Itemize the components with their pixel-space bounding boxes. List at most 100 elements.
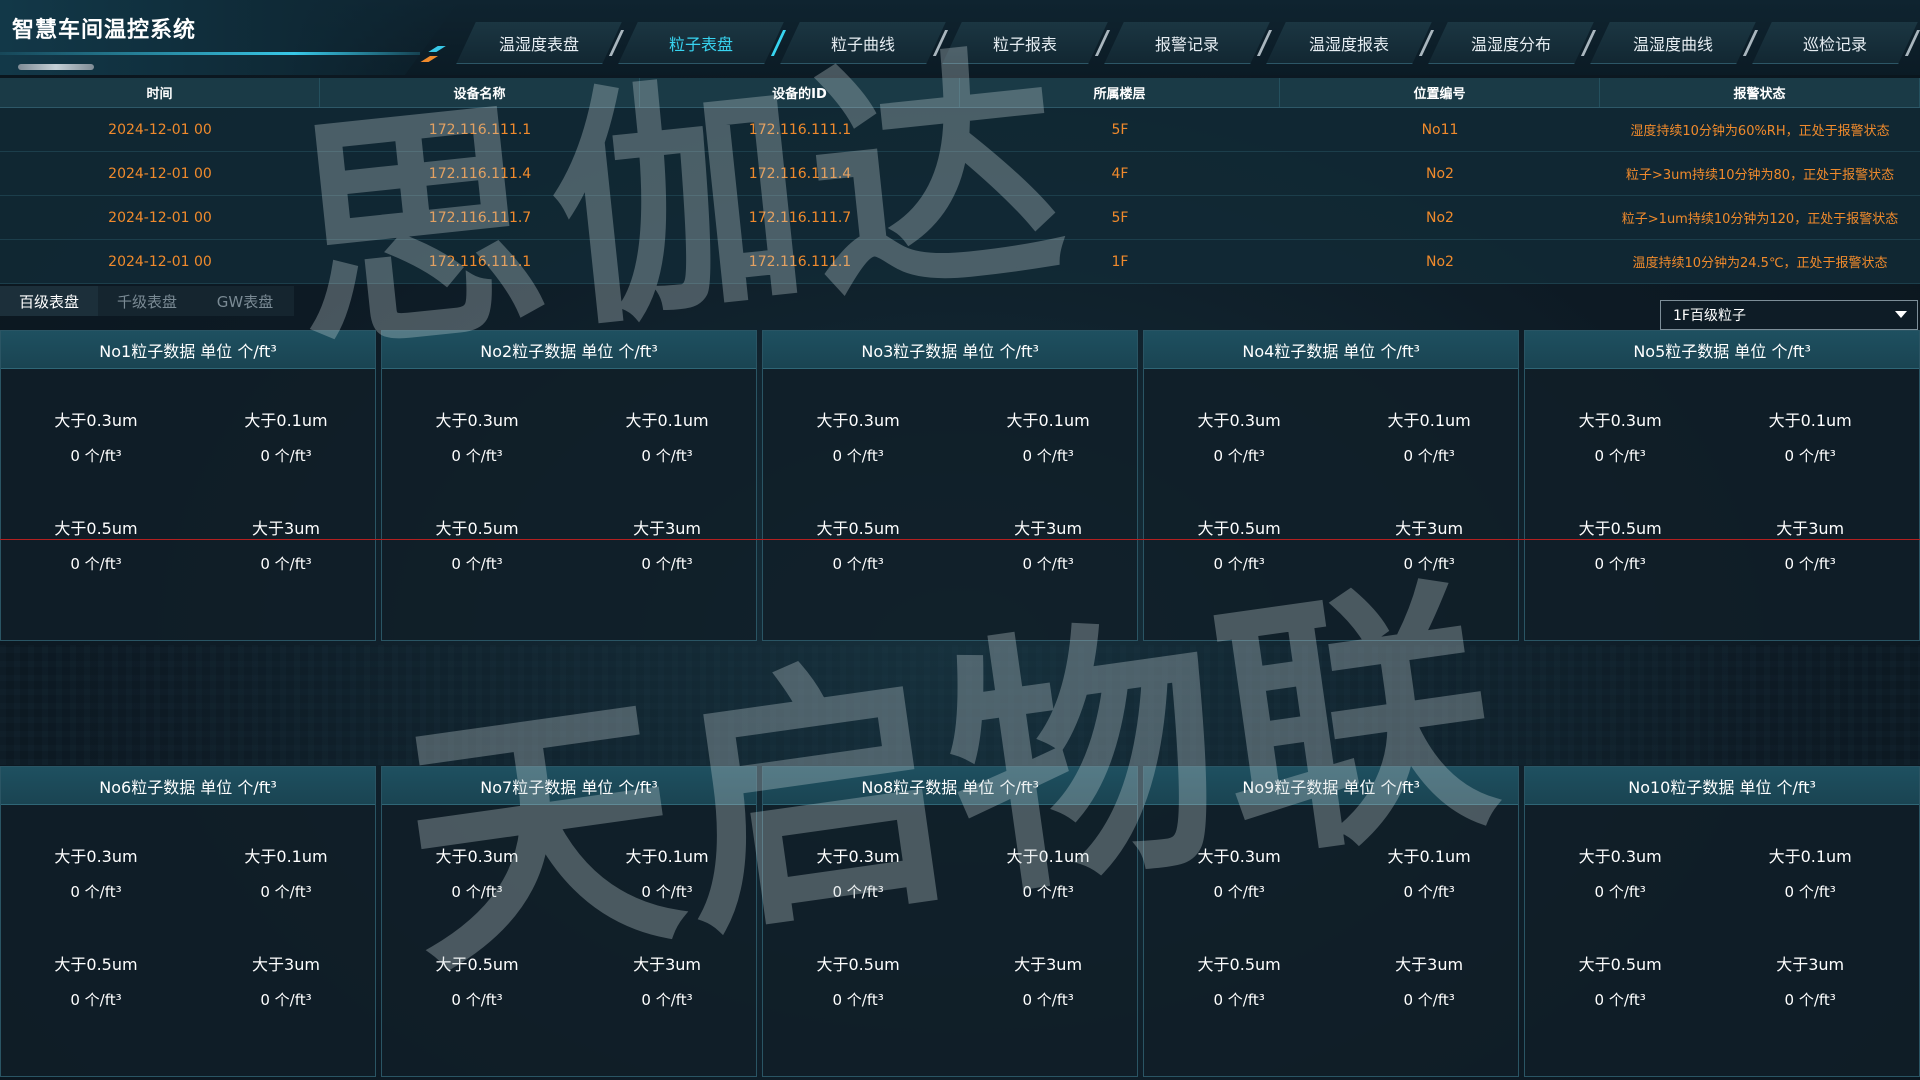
- column-header-position: 位置编号: [1280, 78, 1600, 107]
- card-title: No2粒子数据 单位 个/ft³: [382, 331, 757, 369]
- metric-gt-0.3um: 大于0.3um 0 个/ft³: [816, 411, 900, 465]
- metric-gt-0.5um: 大于0.5um 0 个/ft³: [1578, 955, 1662, 1009]
- metric-gt-0.1um: 大于0.1um 0 个/ft³: [1768, 847, 1852, 901]
- cell-alarm-status: 粒子>1um持续10分钟为120，正处于报警状态: [1621, 212, 1899, 227]
- cell-device-name: 172.116.111.1: [428, 253, 532, 270]
- card-title: No4粒子数据 单位 个/ft³: [1144, 331, 1519, 369]
- brand-pill-decoration: [18, 64, 94, 70]
- tab-particle-report[interactable]: 粒子报表: [944, 22, 1106, 64]
- column-header-floor: 所属楼层: [960, 78, 1280, 107]
- metric-gt-0.1um: 大于0.1um 0 个/ft³: [1768, 411, 1852, 465]
- tab-inspection-records[interactable]: 巡检记录: [1754, 22, 1916, 64]
- subtab-class-100[interactable]: 百级表盘: [0, 286, 98, 316]
- metric-gt-3um: 大于3um 0 个/ft³: [252, 955, 320, 1009]
- card-title: No10粒子数据 单位 个/ft³: [1525, 767, 1920, 805]
- table-row[interactable]: 2024-12-01 00 172.116.111.7 172.116.111.…: [0, 196, 1920, 240]
- particle-card-no10: No10粒子数据 单位 个/ft³ 大于0.3um 0 个/ft³ 大于0.1um…: [1524, 766, 1920, 1077]
- tab-particle-dashboard[interactable]: 粒子表盘: [620, 22, 782, 64]
- cell-device-name: 172.116.111.4: [428, 165, 532, 182]
- cell-time: 2024-12-01 00: [108, 253, 212, 270]
- metric-gt-0.5um: 大于0.5um 0 个/ft³: [816, 955, 900, 1009]
- cell-alarm-status: 湿度持续10分钟为60%RH，正处于报警状态: [1630, 124, 1890, 139]
- tab-temp-humidity-report[interactable]: 温湿度报表: [1268, 22, 1430, 64]
- cell-device-name: 172.116.111.7: [428, 209, 532, 226]
- table-row[interactable]: 2024-12-01 00 172.116.111.1 172.116.111.…: [0, 108, 1920, 152]
- card-title: No1粒子数据 单位 个/ft³: [1, 331, 376, 369]
- card-title: No7粒子数据 单位 个/ft³: [382, 767, 757, 805]
- tab-particle-curve[interactable]: 粒子曲线: [782, 22, 944, 64]
- table-row[interactable]: 2024-12-01 00 172.116.111.1 172.116.111.…: [0, 240, 1920, 284]
- particle-card-row-2: No6粒子数据 单位 个/ft³ 大于0.3um 0 个/ft³ 大于0.1um 0…: [0, 766, 1920, 1077]
- metric-gt-0.5um: 大于0.5um 0 个/ft³: [435, 955, 519, 1009]
- metric-gt-0.3um: 大于0.3um 0 个/ft³: [54, 847, 138, 901]
- metric-gt-0.3um: 大于0.3um 0 个/ft³: [1578, 411, 1662, 465]
- tab-temp-humidity-dashboard[interactable]: 温湿度表盘: [458, 22, 620, 64]
- column-header-device-name: 设备名称: [320, 78, 640, 107]
- floor-select[interactable]: 1F百级粒子: [1660, 300, 1918, 330]
- particle-card-no2: No2粒子数据 单位 个/ft³ 大于0.3um 0 个/ft³ 大于0.1um 0…: [381, 330, 758, 641]
- metric-gt-0.5um: 大于0.5um 0 个/ft³: [54, 519, 138, 573]
- main-tabs: 温湿度表盘 粒子表盘 粒子曲线 粒子报表 报警记录 温湿度报表 温湿度分布 温湿…: [458, 22, 1916, 64]
- cell-position: No11: [1421, 121, 1459, 138]
- card-title: No3粒子数据 单位 个/ft³: [763, 331, 1138, 369]
- cell-floor: 4F: [1111, 165, 1129, 182]
- metric-gt-0.3um: 大于0.3um 0 个/ft³: [816, 847, 900, 901]
- particle-card-no9: No9粒子数据 单位 个/ft³ 大于0.3um 0 个/ft³ 大于0.1um 0…: [1143, 766, 1520, 1077]
- metric-gt-0.5um: 大于0.5um 0 个/ft³: [435, 519, 519, 573]
- particle-card-no6: No6粒子数据 单位 个/ft³ 大于0.3um 0 个/ft³ 大于0.1um 0…: [0, 766, 377, 1077]
- threshold-line: [0, 539, 1920, 540]
- metric-gt-0.3um: 大于0.3um 0 个/ft³: [1197, 847, 1281, 901]
- metric-gt-3um: 大于3um 0 个/ft³: [1395, 519, 1464, 573]
- header-bar: 智慧车间温控系统 温湿度表盘 粒子表盘 粒子曲线 粒子报表 报警记录 温湿度报表…: [0, 0, 1920, 75]
- particle-card-no7: No7粒子数据 单位 个/ft³ 大于0.3um 0 个/ft³ 大于0.1um 0…: [381, 766, 758, 1077]
- chevron-down-icon: [1895, 311, 1907, 318]
- table-row[interactable]: 2024-12-01 00 172.116.111.4 172.116.111.…: [0, 152, 1920, 196]
- cell-position: No2: [1426, 209, 1454, 226]
- metric-gt-0.1um: 大于0.1um 0 个/ft³: [244, 411, 328, 465]
- particle-card-no5: No5粒子数据 单位 个/ft³ 大于0.3um 0 个/ft³ 大于0.1um 0…: [1524, 330, 1920, 641]
- metric-gt-3um: 大于3um 0 个/ft³: [1014, 955, 1083, 1009]
- metric-gt-0.5um: 大于0.5um 0 个/ft³: [816, 519, 900, 573]
- metric-gt-3um: 大于3um 0 个/ft³: [1395, 955, 1464, 1009]
- particle-card-row-1: No1粒子数据 单位 个/ft³ 大于0.3um 0 个/ft³ 大于0.1um 0…: [0, 330, 1920, 641]
- cell-alarm-status: 温度持续10分钟为24.5℃，正处于报警状态: [1632, 256, 1888, 271]
- cell-device-name: 172.116.111.1: [428, 121, 532, 138]
- background-grid-decoration: [0, 645, 1920, 765]
- metric-gt-0.1um: 大于0.1um 0 个/ft³: [1006, 411, 1090, 465]
- metric-gt-3um: 大于3um 0 个/ft³: [1014, 519, 1083, 573]
- particle-card-no8: No8粒子数据 单位 个/ft³ 大于0.3um 0 个/ft³ 大于0.1um 0…: [762, 766, 1139, 1077]
- tab-temp-humidity-distribution[interactable]: 温湿度分布: [1430, 22, 1592, 64]
- subtab-class-1000[interactable]: 千级表盘: [98, 286, 196, 316]
- metric-gt-0.3um: 大于0.3um 0 个/ft³: [435, 411, 519, 465]
- cell-floor: 1F: [1111, 253, 1129, 270]
- subtab-gw[interactable]: GW表盘: [196, 286, 294, 316]
- particle-card-no1: No1粒子数据 单位 个/ft³ 大于0.3um 0 个/ft³ 大于0.1um 0…: [0, 330, 377, 641]
- metric-gt-3um: 大于3um 0 个/ft³: [633, 519, 701, 573]
- metric-gt-3um: 大于3um 0 个/ft³: [1776, 955, 1845, 1009]
- cell-time: 2024-12-01 00: [108, 121, 212, 138]
- metric-gt-0.1um: 大于0.1um 0 个/ft³: [625, 847, 709, 901]
- metric-gt-3um: 大于3um 0 个/ft³: [252, 519, 320, 573]
- card-title: No6粒子数据 单位 个/ft³: [1, 767, 376, 805]
- cell-device-id: 172.116.111.4: [748, 165, 852, 182]
- metric-gt-0.3um: 大于0.3um 0 个/ft³: [1197, 411, 1281, 465]
- tab-alarm-records[interactable]: 报警记录: [1106, 22, 1268, 64]
- cell-time: 2024-12-01 00: [108, 209, 212, 226]
- cell-position: No2: [1426, 165, 1454, 182]
- tab-temp-humidity-curve[interactable]: 温湿度曲线: [1592, 22, 1754, 64]
- metric-gt-3um: 大于3um 0 个/ft³: [1776, 519, 1845, 573]
- cell-device-id: 172.116.111.7: [748, 209, 852, 226]
- brand-underline: [0, 52, 420, 55]
- cleanroom-level-tabs: 百级表盘 千级表盘 GW表盘: [0, 286, 294, 316]
- metric-gt-0.5um: 大于0.5um 0 个/ft³: [1197, 519, 1281, 573]
- metric-gt-0.5um: 大于0.5um 0 个/ft³: [54, 955, 138, 1009]
- metric-gt-3um: 大于3um 0 个/ft³: [633, 955, 701, 1009]
- cell-floor: 5F: [1111, 121, 1129, 138]
- alarm-table: 时间 设备名称 设备的ID 所属楼层 位置编号 报警状态 2024-12-01 …: [0, 78, 1920, 284]
- floor-select-value: 1F百级粒子: [1673, 308, 1746, 324]
- metric-gt-0.5um: 大于0.5um 0 个/ft³: [1578, 519, 1662, 573]
- metric-gt-0.1um: 大于0.1um 0 个/ft³: [1387, 411, 1471, 465]
- metric-gt-0.5um: 大于0.5um 0 个/ft³: [1197, 955, 1281, 1009]
- metric-gt-0.3um: 大于0.3um 0 个/ft³: [54, 411, 138, 465]
- column-header-alarm-status: 报警状态: [1600, 78, 1920, 107]
